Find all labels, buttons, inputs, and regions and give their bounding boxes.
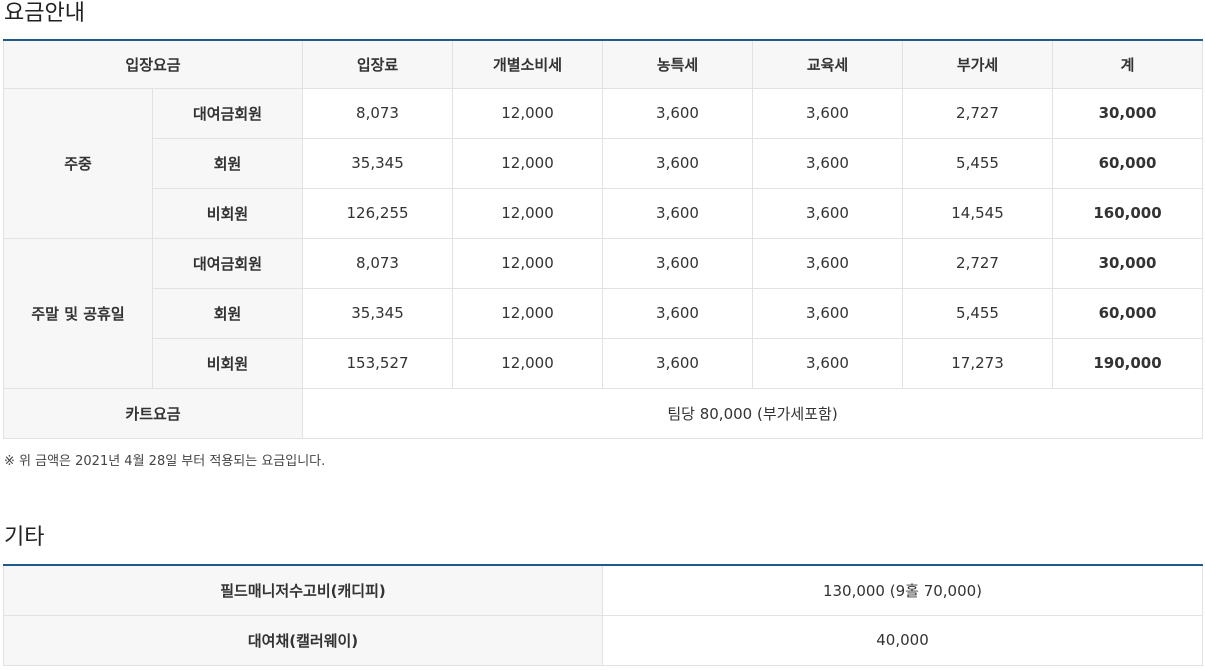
cell-excise-tax: 12,000: [452, 87, 604, 139]
header-vat: 부가세: [902, 39, 1054, 89]
club-rental-value: 40,000: [602, 614, 1203, 666]
club-rental-label: 대여채(캘러웨이): [3, 614, 603, 666]
table-row: 대여채(캘러웨이) 40,000: [3, 614, 1203, 666]
row-type-label: 대여금회원: [151, 87, 304, 139]
cart-fee-row: 카트요금 팀당 80,000 (부가세포함): [2, 387, 1204, 439]
header-excise-tax: 개별소비세: [452, 39, 604, 89]
cell-edu-tax: 3,600: [752, 137, 904, 189]
row-type-label: 비회원: [151, 187, 304, 239]
cell-total: 30,000: [1052, 237, 1204, 289]
cell-edu-tax: 3,600: [752, 87, 904, 139]
cell-agri-tax: 3,600: [602, 87, 754, 139]
cell-total: 160,000: [1052, 187, 1204, 239]
cell-admission: 8,073: [302, 87, 454, 139]
cell-excise-tax: 12,000: [452, 337, 604, 389]
header-entry-fee-category: 입장요금: [2, 39, 304, 89]
cell-admission: 153,527: [302, 337, 454, 389]
cell-admission: 126,255: [302, 187, 454, 239]
header-total: 계: [1052, 39, 1204, 89]
row-type-label: 회원: [151, 137, 304, 189]
row-type-label: 대여금회원: [151, 237, 304, 289]
group-label-weekend: 주말 및 공휴일: [3, 237, 153, 389]
row-type-label: 비회원: [151, 337, 304, 389]
cell-vat: 5,455: [902, 287, 1054, 339]
cell-total: 60,000: [1052, 137, 1204, 189]
cell-vat: 2,727: [902, 87, 1054, 139]
fee-table: 입장요금 입장료 개별소비세 농특세 교육세 부가세 계 주중 대여금회원 8,…: [2, 39, 1204, 439]
fee-section-title: 요금안내: [4, 1, 85, 26]
cell-vat: 14,545: [902, 187, 1054, 239]
cell-agri-tax: 3,600: [602, 287, 754, 339]
table-row: 회원 35,345 12,000 3,600 3,600 5,455 60,00…: [4, 287, 1204, 339]
cell-vat: 2,727: [902, 237, 1054, 289]
cell-agri-tax: 3,600: [602, 137, 754, 189]
cart-fee-value: 팀당 80,000 (부가세포함): [302, 387, 1204, 439]
cell-excise-tax: 12,000: [452, 237, 604, 289]
cell-admission: 8,073: [302, 237, 454, 289]
table-row: 주말 및 공휴일 대여금회원 8,073 12,000 3,600 3,600 …: [3, 237, 1204, 389]
cell-vat: 17,273: [902, 337, 1054, 389]
fee-note: ※ 위 금액은 2021년 4월 28일 부터 적용되는 요금입니다.: [4, 454, 326, 469]
cell-excise-tax: 12,000: [452, 287, 604, 339]
cell-admission: 35,345: [302, 287, 454, 339]
cell-admission: 35,345: [302, 137, 454, 189]
cell-total: 60,000: [1052, 287, 1204, 339]
table-row: 회원 35,345 12,000 3,600 3,600 5,455 60,00…: [4, 137, 1204, 189]
cell-edu-tax: 3,600: [752, 187, 904, 239]
caddie-fee-label: 필드매니저수고비(캐디피): [3, 564, 603, 616]
caddie-fee-value: 130,000 (9홀 70,000): [602, 564, 1203, 616]
cell-vat: 5,455: [902, 137, 1054, 189]
cell-agri-tax: 3,600: [602, 337, 754, 389]
cell-edu-tax: 3,600: [752, 237, 904, 289]
cell-agri-tax: 3,600: [602, 187, 754, 239]
cell-edu-tax: 3,600: [752, 287, 904, 339]
cell-excise-tax: 12,000: [452, 137, 604, 189]
cell-total: 30,000: [1052, 87, 1204, 139]
table-row: 주중 대여금회원 8,073 12,000 3,600 3,600 2,727 …: [3, 87, 1204, 239]
etc-table: 필드매니저수고비(캐디피) 130,000 (9홀 70,000) 대여채(캘러…: [3, 564, 1203, 666]
table-row: 필드매니저수고비(캐디피) 130,000 (9홀 70,000): [3, 564, 1203, 616]
table-row: 비회원 153,527 12,000 3,600 3,600 17,273 19…: [4, 337, 1204, 389]
header-edu-tax: 교육세: [752, 39, 904, 89]
group-label-weekday: 주중: [3, 87, 153, 239]
cell-edu-tax: 3,600: [752, 337, 904, 389]
cart-fee-label: 카트요금: [2, 387, 304, 439]
cell-agri-tax: 3,600: [602, 237, 754, 289]
header-agri-tax: 농특세: [602, 39, 754, 89]
cell-excise-tax: 12,000: [452, 187, 604, 239]
fee-header-row: 입장요금 입장료 개별소비세 농특세 교육세 부가세 계: [2, 39, 1204, 89]
etc-section-title: 기타: [4, 525, 45, 550]
header-admission: 입장료: [302, 39, 454, 89]
table-row: 비회원 126,255 12,000 3,600 3,600 14,545 16…: [4, 187, 1204, 239]
cell-total: 190,000: [1052, 337, 1204, 389]
row-type-label: 회원: [151, 287, 304, 339]
